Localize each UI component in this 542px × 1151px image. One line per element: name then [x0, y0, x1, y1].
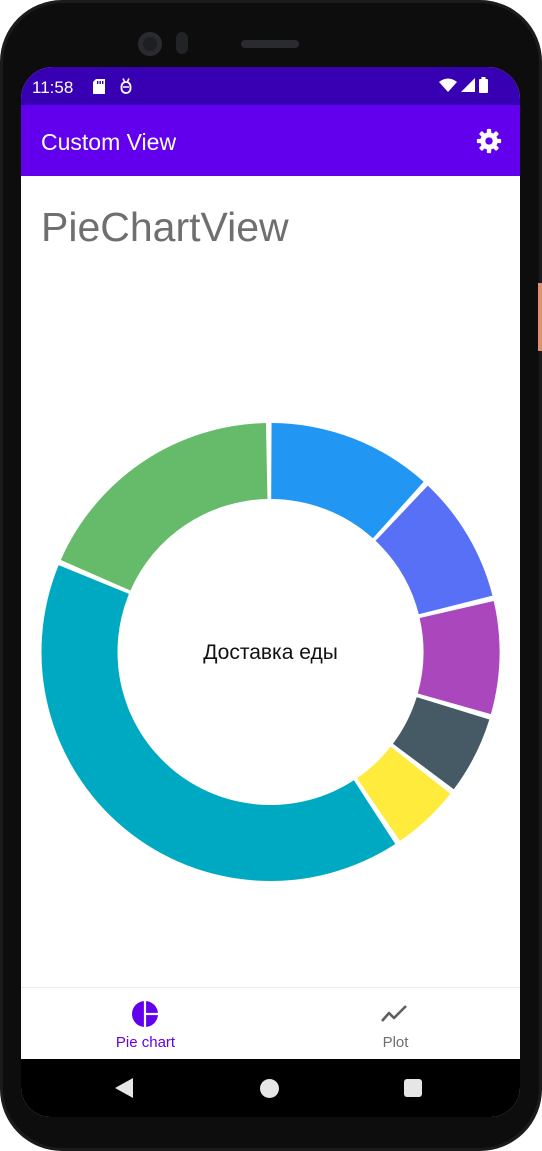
donut-center-label: Доставка еды [203, 641, 338, 664]
bottom-navigation: Pie chart Plot [21, 987, 520, 1060]
speaker-grille [241, 40, 299, 48]
nav-item-pie-chart[interactable]: Pie chart [21, 988, 270, 1060]
gear-icon[interactable] [476, 128, 502, 154]
donut-segment[interactable] [60, 423, 268, 591]
home-icon[interactable] [260, 1079, 279, 1098]
wifi-icon [439, 78, 457, 92]
donut-segment[interactable] [417, 601, 500, 715]
donut-segment[interactable] [41, 565, 396, 881]
device-screen: 11:58 Custom View PieChartView Доставка … [21, 67, 520, 1117]
status-time: 11:58 [32, 78, 74, 97]
phone-frame: 11:58 Custom View PieChartView Доставка … [0, 0, 542, 1151]
sensor-icon [176, 32, 188, 54]
battery-icon [479, 77, 488, 93]
status-right-icons [439, 77, 488, 93]
app-bar: Custom View [21, 105, 520, 176]
system-navigation-bar [21, 1059, 520, 1117]
sd-card-icon [93, 79, 105, 99]
bug-icon [119, 78, 133, 99]
signal-icon [461, 78, 475, 92]
nav-item-plot[interactable]: Plot [271, 988, 520, 1060]
status-bar: 11:58 [21, 67, 520, 105]
recents-icon[interactable] [404, 1079, 422, 1097]
power-button[interactable] [538, 283, 542, 351]
pie-chart-icon [132, 1001, 158, 1027]
nav-label-pie-chart: Pie chart [115, 1034, 176, 1051]
app-title: Custom View [41, 129, 177, 155]
camera-icon [138, 32, 162, 56]
donut-chart[interactable]: Доставка еды [21, 176, 520, 987]
main-content: PieChartView Доставка еды [21, 176, 520, 1040]
nav-label-plot: Plot [382, 1034, 409, 1051]
trend-line-icon [381, 1005, 407, 1022]
back-icon[interactable] [115, 1078, 133, 1098]
